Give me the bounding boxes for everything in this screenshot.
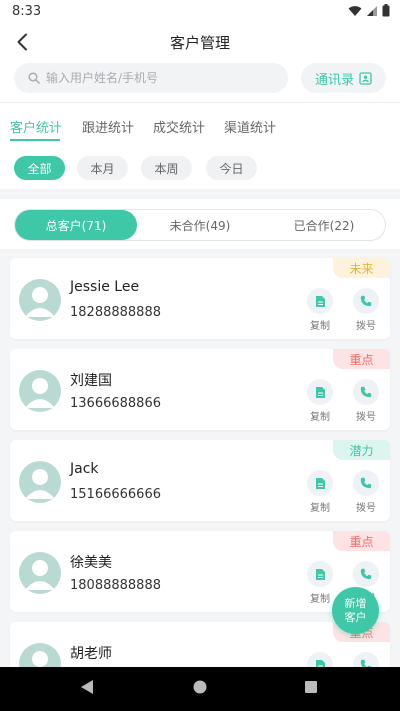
filter-this-month[interactable]: 本月 xyxy=(77,156,128,180)
avatar xyxy=(19,461,61,503)
filter-this-week[interactable]: 本周 xyxy=(141,156,192,180)
avatar xyxy=(19,279,61,321)
copy-button[interactable]: 复制 xyxy=(300,379,340,423)
avatar xyxy=(19,552,61,594)
phone-icon xyxy=(360,477,372,489)
document-icon xyxy=(315,568,325,580)
tab-deal-stats[interactable]: 成交统计 xyxy=(153,117,205,136)
user-avatar-icon xyxy=(25,287,55,317)
dial-label: 拨号 xyxy=(356,412,376,423)
search-box[interactable] xyxy=(14,63,288,93)
dial-button[interactable]: 拨号 xyxy=(346,288,386,332)
customer-card[interactable]: Jessie Lee 18288888888 未来 复制 拨号 xyxy=(10,258,390,339)
contacts-book-icon xyxy=(359,71,372,85)
status-bar: 8:33 xyxy=(0,0,400,24)
signal-icon xyxy=(367,5,377,16)
user-avatar-icon xyxy=(25,378,55,408)
customer-phone: 18288888888 xyxy=(70,305,161,320)
copy-label: 复制 xyxy=(310,321,330,332)
active-tab-indicator xyxy=(10,139,60,141)
search-row: 通讯录 xyxy=(0,60,400,102)
wifi-icon xyxy=(348,5,362,16)
status-icons xyxy=(348,4,390,17)
customer-card[interactable]: 刘建国 13666688866 重点 复制 拨号 xyxy=(10,349,390,430)
tab-channel-stats[interactable]: 渠道统计 xyxy=(224,117,276,136)
user-avatar-icon xyxy=(25,469,55,499)
customer-name: 胡老师 xyxy=(70,646,112,662)
nav-back-icon[interactable] xyxy=(80,679,94,695)
tab-followup-stats[interactable]: 跟进统计 xyxy=(82,117,134,136)
document-icon xyxy=(315,295,325,307)
tab-customer-stats[interactable]: 客户统计 xyxy=(10,117,62,136)
customer-tag: 重点 xyxy=(333,531,390,551)
add-customer-label: 新增客户 xyxy=(344,596,367,624)
phone-icon xyxy=(360,568,372,580)
customer-tag: 潜力 xyxy=(333,440,390,460)
copy-button[interactable]: 复制 xyxy=(300,470,340,514)
customer-name: Jessie Lee xyxy=(70,279,140,295)
nav-recents-icon[interactable] xyxy=(304,679,318,695)
search-input[interactable] xyxy=(46,71,266,85)
customer-name: 刘建国 xyxy=(70,373,112,389)
segment-all-customers[interactable]: 总客户(71) xyxy=(15,210,137,240)
status-time: 8:33 xyxy=(12,4,42,19)
copy-label: 复制 xyxy=(310,412,330,423)
customer-name: Jack xyxy=(70,461,99,477)
customer-card[interactable]: 徐美美 18088888888 重点 复制 拨号 xyxy=(10,531,390,612)
system-nav-bar xyxy=(0,667,400,711)
copy-label: 复制 xyxy=(310,503,330,514)
stats-tabs: 客户统计 跟进统计 成交统计 渠道统计 xyxy=(0,103,400,149)
phone-icon xyxy=(360,386,372,398)
app-header: 客户管理 xyxy=(0,24,400,60)
document-icon xyxy=(315,386,325,398)
document-icon xyxy=(315,477,325,489)
filter-all[interactable]: 全部 xyxy=(14,156,65,180)
customer-segment-control: 总客户(71) 未合作(49) 已合作(22) xyxy=(14,209,386,241)
user-avatar-icon xyxy=(25,560,55,590)
dial-button[interactable]: 拨号 xyxy=(346,379,386,423)
add-customer-fab[interactable]: 新增客户 xyxy=(332,587,379,634)
contacts-label: 通讯录 xyxy=(314,72,354,88)
dial-label: 拨号 xyxy=(356,321,376,332)
battery-icon xyxy=(382,4,390,17)
segment-not-cooperated[interactable]: 未合作(49) xyxy=(139,210,261,240)
customer-phone: 13666688866 xyxy=(70,396,161,411)
time-filters: 全部 本月 本周 今日 xyxy=(0,149,400,189)
segment-section: 总客户(71) 未合作(49) 已合作(22) xyxy=(0,199,400,249)
search-icon xyxy=(28,72,40,84)
customer-name: 徐美美 xyxy=(70,555,112,571)
customer-phone: 15166666666 xyxy=(70,487,161,502)
segment-cooperated[interactable]: 已合作(22) xyxy=(263,210,385,240)
avatar xyxy=(19,370,61,412)
customer-tag: 重点 xyxy=(333,349,390,369)
customer-card[interactable]: Jack 15166666666 潜力 复制 拨号 xyxy=(10,440,390,521)
customer-phone: 18088888888 xyxy=(70,578,161,593)
dial-label: 拨号 xyxy=(356,503,376,514)
contacts-button[interactable]: 通讯录 xyxy=(301,63,386,93)
customer-tag: 未来 xyxy=(333,258,390,278)
copy-button[interactable]: 复制 xyxy=(300,288,340,332)
phone-icon xyxy=(360,295,372,307)
page-title: 客户管理 xyxy=(169,34,230,52)
filter-today[interactable]: 今日 xyxy=(206,156,257,180)
dial-button[interactable]: 拨号 xyxy=(346,470,386,514)
nav-home-icon[interactable] xyxy=(193,679,207,695)
